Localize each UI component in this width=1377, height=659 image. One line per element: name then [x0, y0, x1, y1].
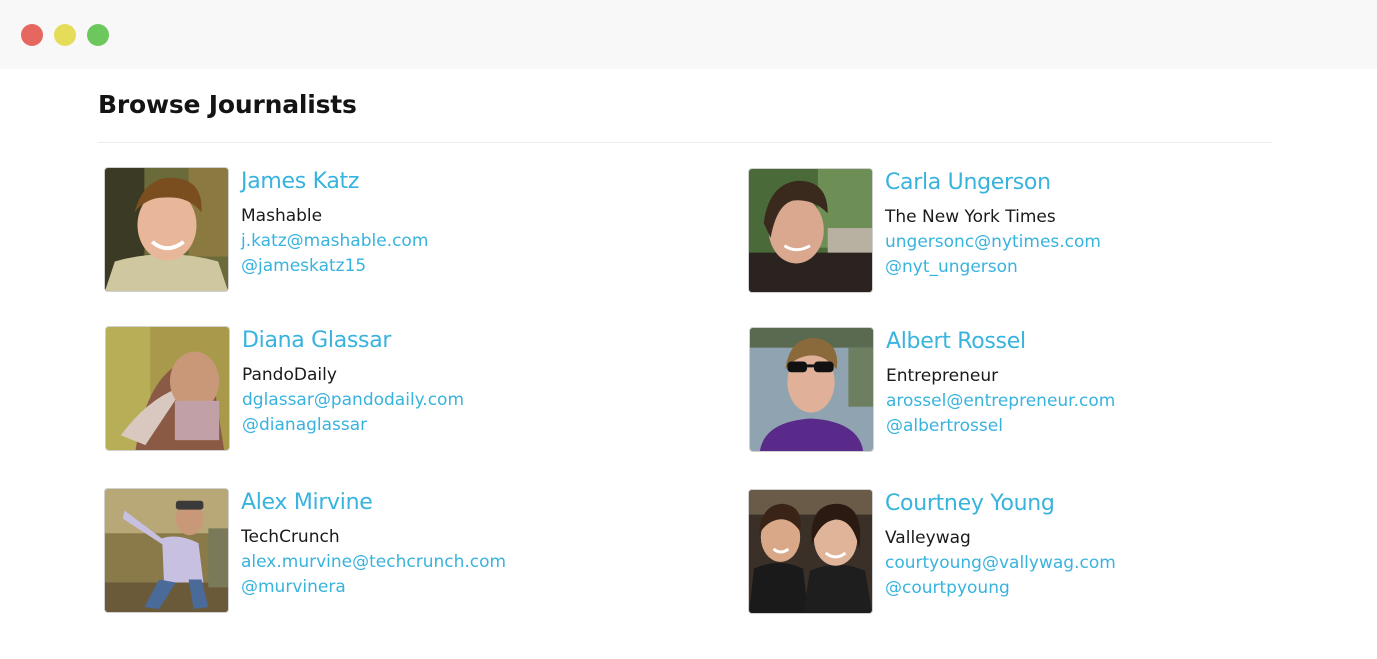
journalist-info: Diana Glassar PandoDaily dglassar@pandod…	[242, 326, 464, 438]
journalist-email-link[interactable]: dglassar@pandodaily.com	[242, 388, 464, 413]
journalist-twitter-link[interactable]: @jameskatz15	[241, 254, 428, 279]
journalist-card: Alex Mirvine TechCrunch alex.murvine@tec…	[104, 488, 664, 618]
journalist-email-link[interactable]: alex.murvine@techcrunch.com	[241, 550, 506, 575]
journalist-email-link[interactable]: arossel@entrepreneur.com	[886, 389, 1115, 414]
journalist-card: Albert Rossel Entrepreneur arossel@entre…	[749, 327, 1309, 457]
journalist-card: Carla Ungerson The New York Times ungers…	[748, 168, 1308, 298]
journalist-name-link[interactable]: Carla Ungerson	[885, 169, 1101, 197]
journalist-name-link[interactable]: Courtney Young	[885, 490, 1116, 518]
title-divider	[98, 142, 1272, 143]
journalist-card: James Katz Mashable j.katz@mashable.com …	[104, 167, 664, 297]
journalist-info: James Katz Mashable j.katz@mashable.com …	[241, 167, 428, 279]
journalist-twitter-link[interactable]: @nyt_ungerson	[885, 255, 1101, 280]
journalist-card: Courtney Young Valleywag courtyoung@vall…	[748, 489, 1308, 619]
journalist-email-link[interactable]: j.katz@mashable.com	[241, 229, 428, 254]
journalist-outlet: Mashable	[241, 206, 323, 226]
journalist-email-link[interactable]: ungersonc@nytimes.com	[885, 230, 1101, 255]
journalist-twitter-link[interactable]: @courtpyoung	[885, 576, 1116, 601]
journalist-twitter-link[interactable]: @dianaglassar	[242, 413, 464, 438]
avatar[interactable]	[748, 489, 873, 614]
journalist-twitter-link[interactable]: @albertrossel	[886, 414, 1115, 439]
journalist-outlet: Valleywag	[885, 528, 971, 548]
journalist-outlet: The New York Times	[885, 207, 1056, 227]
journalist-name-link[interactable]: Alex Mirvine	[241, 489, 506, 517]
journalist-twitter-link[interactable]: @murvinera	[241, 575, 506, 600]
close-window-button[interactable]	[21, 24, 43, 46]
maximize-window-button[interactable]	[87, 24, 109, 46]
avatar[interactable]	[748, 168, 873, 293]
avatar[interactable]	[749, 327, 874, 452]
minimize-window-button[interactable]	[54, 24, 76, 46]
page-title: Browse Journalists	[98, 90, 357, 119]
journalist-card: Diana Glassar PandoDaily dglassar@pandod…	[105, 326, 665, 456]
journalist-info: Carla Ungerson The New York Times ungers…	[885, 168, 1101, 280]
journalist-info: Alex Mirvine TechCrunch alex.murvine@tec…	[241, 488, 506, 600]
journalist-name-link[interactable]: Albert Rossel	[886, 328, 1115, 356]
journalist-outlet: Entrepreneur	[886, 366, 999, 386]
journalist-info: Courtney Young Valleywag courtyoung@vall…	[885, 489, 1116, 601]
window-titlebar	[0, 0, 1377, 69]
avatar[interactable]	[104, 488, 229, 613]
avatar[interactable]	[105, 326, 230, 451]
journalist-email-link[interactable]: courtyoung@vallywag.com	[885, 551, 1116, 576]
journalist-outlet: PandoDaily	[242, 365, 337, 385]
avatar[interactable]	[104, 167, 229, 292]
journalist-info: Albert Rossel Entrepreneur arossel@entre…	[886, 327, 1115, 439]
journalist-name-link[interactable]: James Katz	[241, 168, 428, 196]
journalist-outlet: TechCrunch	[241, 527, 340, 547]
journalist-name-link[interactable]: Diana Glassar	[242, 327, 464, 355]
